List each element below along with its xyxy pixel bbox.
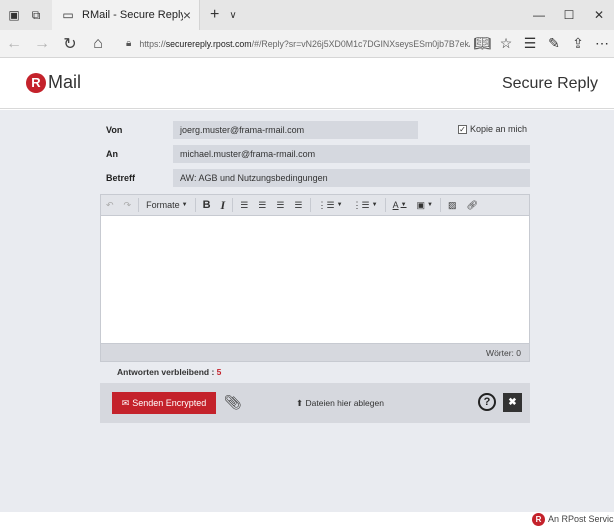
align-right-icon[interactable]: ☰ (271, 194, 289, 216)
align-center-icon[interactable]: ☰ (253, 194, 271, 216)
from-field: joerg.muster@frama-rmail.com (173, 121, 418, 139)
rpost-logo: R (532, 513, 545, 526)
back-icon[interactable]: ← (0, 35, 28, 53)
to-field: michael.muster@frama-rmail.com (173, 145, 530, 163)
toolbar-divider (232, 198, 234, 212)
reading-view-icon[interactable]: 📖︎ (470, 35, 494, 52)
window-controls: — ☐ ✕ (524, 0, 614, 30)
tab-list-chevron-icon[interactable]: ∨ (229, 10, 236, 21)
paperclip-icon[interactable]: 📎︎ (224, 394, 242, 411)
insert-link-icon[interactable]: 🔗︎ (462, 194, 483, 216)
close-window-icon[interactable]: ✕ (584, 0, 614, 30)
page-footer: R An RPost Servic (0, 512, 614, 528)
more-icon[interactable]: ⋯ (590, 35, 614, 52)
caret-down-icon: ▼ (371, 202, 378, 208)
maximize-icon[interactable]: ☐ (554, 0, 584, 30)
to-label: An (106, 149, 118, 159)
bold-button[interactable]: B (198, 194, 216, 216)
subject-label: Betreff (106, 173, 136, 183)
italic-button[interactable]: I (216, 194, 231, 216)
logo-mark: R (26, 72, 46, 93)
caret-down-icon: ▼ (400, 202, 407, 208)
share-icon[interactable]: ⇪ (566, 35, 590, 52)
checkbox-check-icon[interactable]: ✓ (458, 124, 467, 134)
home-icon[interactable]: ⌂ (84, 35, 112, 53)
formats-dropdown[interactable]: Formate ▼ (141, 194, 192, 216)
new-tab-icon[interactable]: + (210, 6, 219, 24)
set-aside-tabs-icon[interactable]: ⧉ (28, 7, 44, 23)
send-encrypted-button[interactable]: ✉ Senden Encrypted (112, 392, 216, 414)
page-title: Secure Reply (501, 75, 598, 92)
browser-titlebar: ▣ ⧉ ▭ RMail - Secure Reply × + ∨ — ☐ ✕ (0, 0, 614, 30)
refresh-icon[interactable]: ↻ (56, 34, 84, 54)
forward-icon[interactable]: → (28, 35, 56, 53)
toolbar-divider (138, 198, 140, 212)
formats-label: Formate (146, 200, 180, 210)
favorites-hub-icon[interactable]: ☰ (518, 35, 542, 52)
caret-down-icon: ▼ (181, 202, 188, 208)
replies-remaining-label: Antworten verbleibend : (117, 367, 215, 377)
footer-text: An RPost Servic (548, 514, 614, 524)
toolbar-divider (440, 198, 441, 212)
undo-icon[interactable]: ↶ (101, 194, 119, 216)
send-encrypted-label: Senden Encrypted (132, 398, 207, 408)
subject-field[interactable]: AW: AGB und Nutzungsbedingungen (173, 169, 530, 187)
close-button[interactable]: ✖ (503, 393, 522, 412)
from-label: Von (106, 125, 123, 135)
subject-row: Betreff AW: AGB und Nutzungsbedingungen (100, 169, 530, 187)
app-header: R Mail Secure Reply (0, 59, 614, 109)
toolbar-divider (309, 198, 311, 212)
replies-remaining-count: 5 (216, 367, 222, 377)
align-left-icon[interactable]: ☰ (235, 194, 253, 216)
browser-tab[interactable]: ▭ RMail - Secure Reply × (52, 0, 200, 30)
bullet-list-icon[interactable]: ⋮☰ ▼ (313, 194, 348, 216)
help-icon[interactable]: ? (478, 393, 496, 411)
upload-icon: ⬆ (296, 398, 304, 408)
background-color-icon[interactable]: ▣ ▼ (412, 194, 438, 216)
tab-close-icon[interactable]: × (183, 7, 191, 23)
editor-toolbar: ↶ ↷ Formate ▼ B I ☰ ☰ ☰ ☰ ⋮☰ ▼ ⋮☰ ▼ A ▼ ▣ ▼ ▨… (100, 194, 530, 216)
message-editor[interactable] (100, 216, 530, 343)
logo-text: Mail (48, 72, 82, 92)
insert-image-icon[interactable]: ▨ (443, 194, 462, 216)
url-field[interactable]: 🔒︎ https:// securereply.rpost.com /#/Rep… (126, 38, 470, 49)
caret-down-icon: ▼ (336, 202, 343, 208)
toolbar-divider (194, 198, 196, 212)
numbered-list-icon[interactable]: ⋮☰ ▼ (348, 194, 383, 216)
url-prefix: https:// (139, 38, 166, 49)
tab-title: RMail - Secure Reply (82, 9, 183, 21)
copy-to-me-label: Kopie an mich (470, 124, 528, 134)
redo-icon[interactable]: ↷ (119, 194, 137, 216)
file-drop-zone[interactable]: ⬆ Dateien hier ablegen (296, 398, 384, 409)
editor-statusbar: Wörter: 0 (100, 343, 530, 362)
copy-to-me-checkbox[interactable]: ✓ Kopie an mich (458, 124, 527, 134)
url-path: /#/Reply?sr=vN26j5XD0M1c7DGINXseysESm0jb… (251, 38, 470, 49)
envelope-icon: ✉ (121, 397, 130, 408)
rmail-logo: R Mail (26, 72, 81, 93)
action-bar: ✉ Senden Encrypted 📎︎ ⬆ Dateien hier abl… (100, 383, 530, 423)
web-note-icon[interactable]: ✎ (542, 35, 566, 52)
caret-down-icon: ▼ (427, 202, 433, 208)
address-bar: ← → ↻ ⌂ 🔒︎ https:// securereply.rpost.co… (0, 30, 614, 58)
file-drop-label: Dateien hier ablegen (305, 398, 384, 408)
font-color-label: A (392, 200, 399, 210)
minimize-icon[interactable]: — (524, 0, 554, 30)
address-icons: 📖︎ ☆ ☰ ✎ ⇪ ⋯ (470, 35, 614, 52)
url-host: securereply.rpost.com (165, 38, 252, 49)
tab-preview-icon[interactable]: ▣ (6, 7, 22, 23)
font-color-button[interactable]: A ▼ (388, 194, 412, 216)
align-justify-icon[interactable]: ☰ (289, 194, 307, 216)
lock-icon: 🔒︎ (126, 38, 132, 49)
replies-remaining: Antworten verbleibend : 5 (117, 367, 221, 377)
word-count: Wörter: 0 (486, 347, 521, 358)
to-row: An michael.muster@frama-rmail.com (100, 145, 530, 163)
toolbar-divider (384, 198, 386, 212)
page-icon: ▭ (62, 8, 74, 22)
favorite-star-icon[interactable]: ☆ (494, 35, 518, 52)
